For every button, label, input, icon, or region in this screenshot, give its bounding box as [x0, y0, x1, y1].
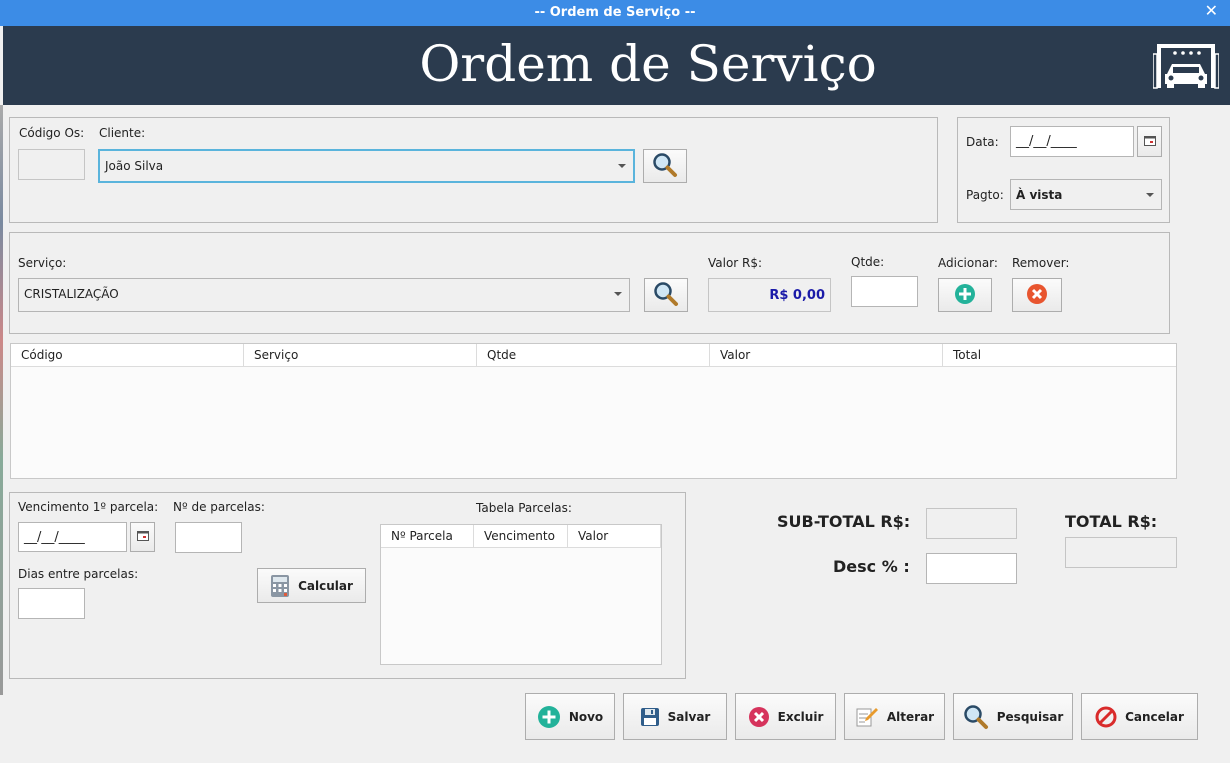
- subtotal-label: SUB-TOTAL R$:: [777, 512, 911, 531]
- desc-label: Desc % :: [833, 557, 910, 576]
- items-table-header: Código Serviço Qtde Valor Total: [11, 344, 1176, 367]
- column-header-vencimento[interactable]: Vencimento: [474, 525, 568, 547]
- remove-circle-icon: [1026, 283, 1048, 308]
- car-wash-icon: [1152, 40, 1220, 95]
- servico-label: Serviço:: [18, 256, 67, 270]
- plus-circle-icon: [954, 283, 976, 308]
- data-calendar-button[interactable]: [1137, 126, 1162, 157]
- parcelas-table[interactable]: Nº Parcela Vencimento Valor: [380, 524, 662, 665]
- chevron-down-icon: [614, 292, 622, 296]
- excluir-button[interactable]: Excluir: [735, 693, 836, 740]
- column-header-total[interactable]: Total: [943, 344, 1176, 366]
- dias-label: Dias entre parcelas:: [18, 567, 139, 581]
- excluir-button-label: Excluir: [777, 709, 824, 724]
- column-header-servico[interactable]: Serviço: [244, 344, 477, 366]
- vencimento-field[interactable]: __/__/____: [18, 522, 127, 552]
- save-icon: [640, 707, 660, 727]
- alterar-button-label: Alterar: [886, 709, 935, 724]
- pagto-label: Pagto:: [966, 188, 1004, 202]
- window-title: -- Ordem de Serviço --: [534, 5, 696, 20]
- column-header-valor-parcela[interactable]: Valor: [568, 525, 661, 547]
- tabela-parcelas-label: Tabela Parcelas:: [476, 501, 572, 515]
- vencimento-label: Vencimento 1º parcela:: [18, 500, 159, 514]
- cliente-select[interactable]: João Silva: [98, 149, 635, 183]
- cliente-label: Cliente:: [99, 126, 146, 140]
- column-header-qtde[interactable]: Qtde: [477, 344, 710, 366]
- data-field[interactable]: __/__/____: [1010, 126, 1134, 157]
- codigo-os-field[interactable]: [18, 149, 85, 180]
- servico-select-value: CRISTALIZAÇÃO: [24, 287, 119, 301]
- alterar-button[interactable]: Alterar: [844, 693, 945, 740]
- search-servico-button[interactable]: [644, 278, 688, 312]
- page-title: Ordem de Serviço: [419, 35, 877, 93]
- calcular-button-label: Calcular: [298, 578, 353, 593]
- data-label: Data:: [966, 135, 999, 149]
- codigo-os-label: Código Os:: [19, 126, 85, 140]
- novo-button-label: Novo: [568, 709, 604, 724]
- remover-button[interactable]: [1012, 278, 1062, 312]
- calendar-icon: [136, 530, 149, 544]
- remover-label: Remover:: [1012, 256, 1070, 270]
- page-header: Ordem de Serviço: [3, 26, 1230, 105]
- num-parcelas-field[interactable]: [175, 522, 242, 553]
- chevron-down-icon: [618, 164, 626, 168]
- column-header-num-parcela[interactable]: Nº Parcela: [381, 525, 474, 547]
- qtde-field[interactable]: [851, 276, 918, 307]
- calcular-button[interactable]: Calcular: [257, 568, 366, 603]
- novo-button[interactable]: Novo: [525, 693, 615, 740]
- search-icon: [653, 281, 679, 310]
- edit-icon: [855, 705, 879, 729]
- adicionar-button[interactable]: [938, 278, 992, 312]
- cliente-select-value: João Silva: [105, 159, 164, 173]
- window-left-edge: [0, 105, 3, 695]
- salvar-button-label: Salvar: [667, 709, 711, 724]
- column-header-valor[interactable]: Valor: [710, 344, 943, 366]
- close-icon[interactable]: ✕: [1205, 0, 1218, 22]
- subtotal-field: [926, 508, 1017, 539]
- total-label: TOTAL R$:: [1065, 512, 1158, 531]
- cancelar-button-label: Cancelar: [1125, 709, 1184, 724]
- items-table[interactable]: Código Serviço Qtde Valor Total: [10, 343, 1177, 479]
- window-titlebar: -- Ordem de Serviço -- ✕: [0, 0, 1230, 26]
- valor-field: R$ 0,00: [708, 278, 831, 312]
- num-parcelas-label: Nº de parcelas:: [173, 500, 265, 514]
- cancelar-button[interactable]: Cancelar: [1081, 693, 1198, 740]
- search-icon: [963, 704, 989, 730]
- valor-label: Valor R$:: [708, 256, 763, 270]
- vencimento-calendar-button[interactable]: [130, 522, 155, 552]
- servico-select[interactable]: CRISTALIZAÇÃO: [18, 278, 630, 312]
- adicionar-label: Adicionar:: [938, 256, 998, 270]
- salvar-button[interactable]: Salvar: [623, 693, 727, 740]
- pesquisar-button-label: Pesquisar: [996, 709, 1064, 724]
- parcelas-table-header: Nº Parcela Vencimento Valor: [381, 525, 661, 548]
- calculator-icon: [270, 574, 290, 598]
- total-field: [1065, 537, 1177, 568]
- search-cliente-button[interactable]: [643, 149, 687, 183]
- cancel-icon: [1095, 706, 1117, 728]
- pagto-select-value: À vista: [1016, 188, 1063, 202]
- pesquisar-button[interactable]: Pesquisar: [953, 693, 1073, 740]
- desc-field[interactable]: [926, 553, 1017, 584]
- column-header-codigo[interactable]: Código: [11, 344, 244, 366]
- dias-field[interactable]: [18, 588, 85, 619]
- pagto-select[interactable]: À vista: [1010, 179, 1162, 210]
- qtde-label: Qtde:: [851, 255, 885, 269]
- plus-circle-icon: [537, 705, 561, 729]
- calendar-icon: [1143, 135, 1156, 149]
- chevron-down-icon: [1146, 193, 1154, 197]
- search-icon: [652, 152, 678, 181]
- delete-circle-icon: [748, 706, 770, 728]
